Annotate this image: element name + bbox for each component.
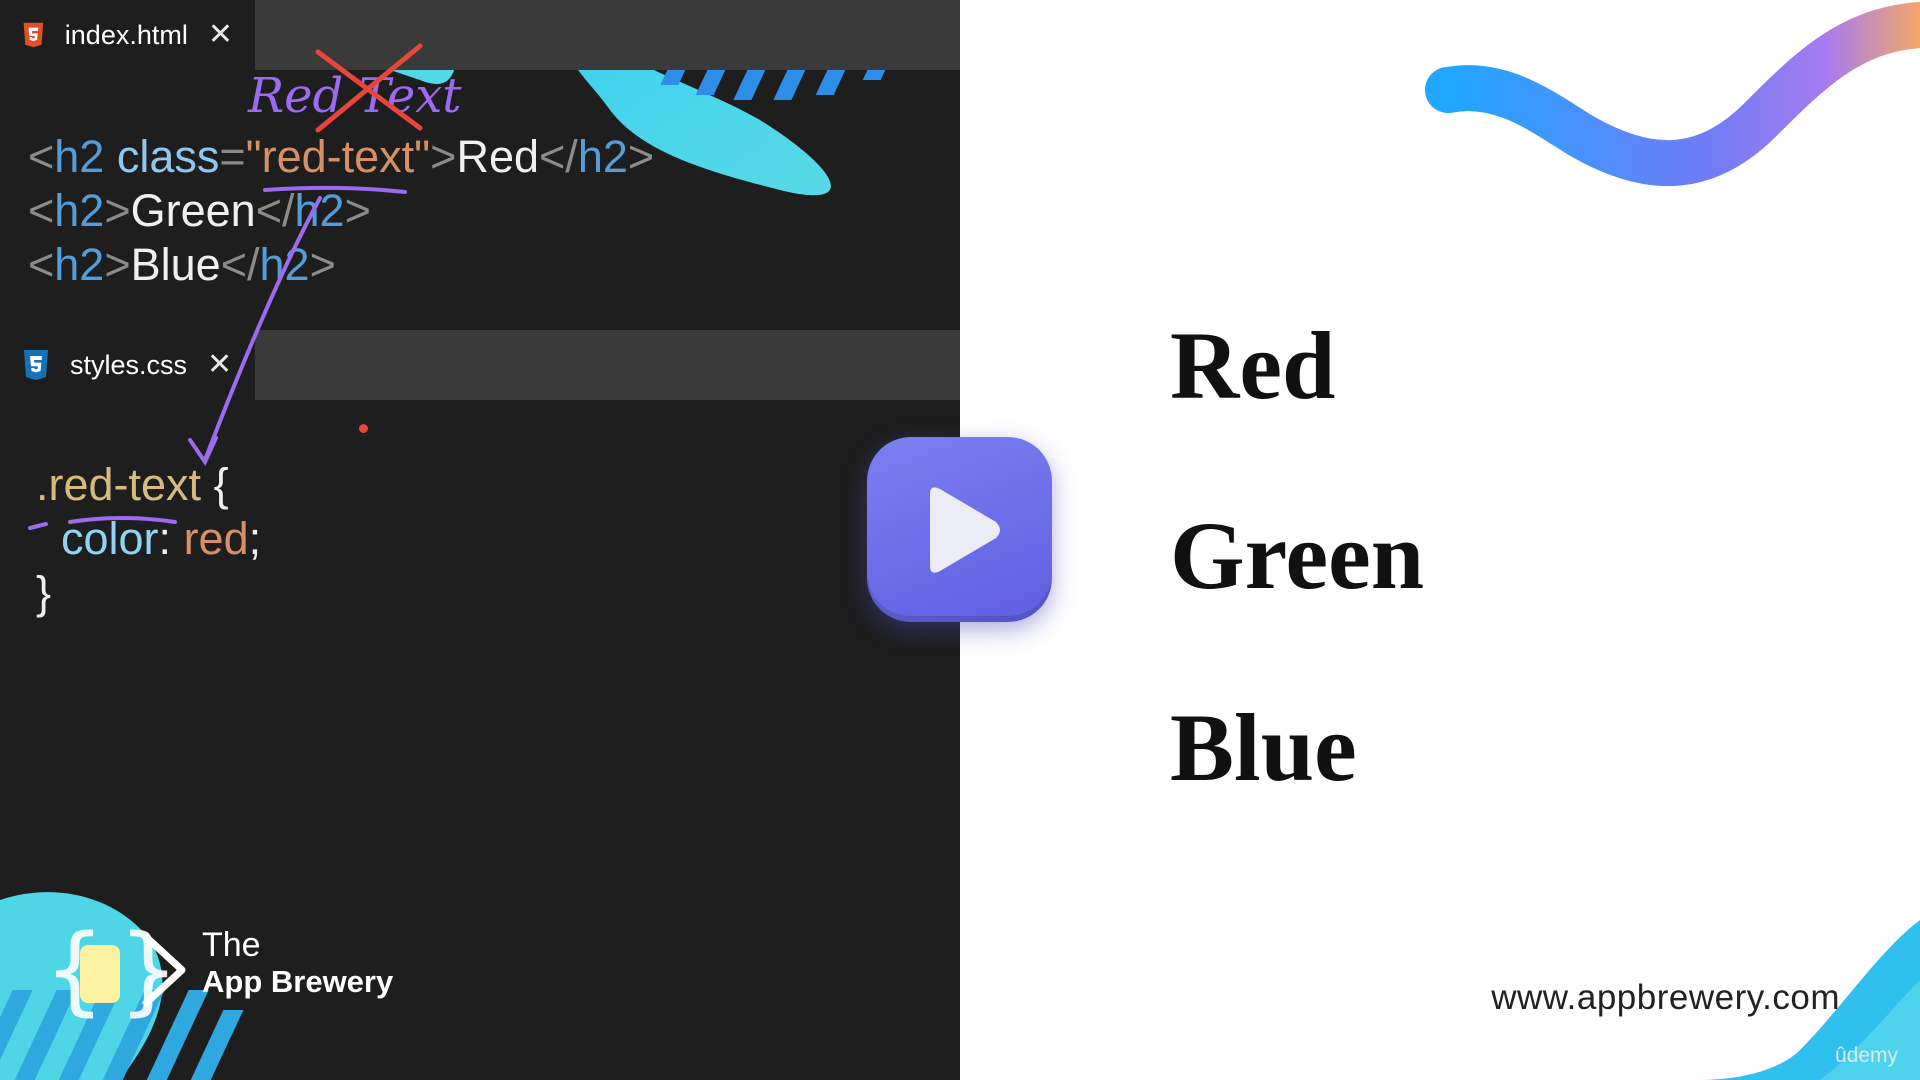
css3-icon: [24, 350, 48, 380]
code-line: .red-text {: [36, 458, 261, 512]
code-token: <: [28, 239, 55, 290]
code-token: h2: [54, 239, 105, 290]
code-line: <h2>Green</h2>: [28, 184, 654, 238]
code-line: <h2 class="red-text">Red</h2>: [28, 130, 654, 184]
code-token: :: [158, 513, 184, 564]
brand-name: The App Brewery: [202, 926, 393, 1000]
udemy-watermark: ûdemy: [1834, 1044, 1898, 1067]
code-token: </: [255, 185, 295, 236]
code-token: </: [220, 239, 260, 290]
tab-index-html[interactable]: index.html ✕: [0, 0, 255, 70]
code-token: <: [28, 131, 55, 182]
css-code-block: .red-text { color: red;}: [36, 458, 261, 620]
code-token: >: [104, 239, 131, 290]
code-token: Red: [456, 131, 540, 182]
code-token: h2: [294, 185, 345, 236]
code-token: h2: [54, 185, 105, 236]
code-token: >: [104, 185, 131, 236]
code-line: <h2>Blue</h2>: [28, 238, 654, 292]
play-button[interactable]: [867, 437, 1052, 622]
tab-label: styles.css: [70, 349, 188, 380]
code-token: h2: [54, 131, 105, 182]
browser-preview: Red Green Blue www.appbrewery.com ûdemy: [960, 0, 1920, 1080]
code-token: class: [104, 131, 220, 182]
code-token: </: [539, 131, 578, 182]
code-token: h2: [577, 131, 628, 182]
code-token: >: [344, 185, 371, 236]
brand-line1: The: [202, 926, 261, 964]
code-token: Blue: [130, 239, 221, 290]
code-token: .red-text: [36, 459, 202, 510]
tab-styles-css[interactable]: styles.css ✕: [0, 330, 255, 400]
site-url[interactable]: www.appbrewery.com: [1491, 978, 1840, 1018]
tab-label: index.html: [64, 19, 188, 50]
code-token: h2: [259, 239, 310, 290]
code-token: "red-text": [245, 131, 431, 182]
code-token: >: [430, 131, 457, 182]
code-token: Green: [130, 185, 256, 236]
code-token: >: [627, 131, 655, 182]
tab-bar-css: styles.css ✕: [0, 330, 960, 400]
code-token: color: [36, 513, 159, 564]
app-brewery-logo-icon: { }: [44, 915, 186, 1025]
decorative-wave: [1425, 2, 1920, 187]
code-token: red: [183, 513, 249, 564]
brand-line2: App Brewery: [202, 964, 394, 999]
html-code-block: <h2 class="red-text">Red</h2> <h2>Green</…: [28, 130, 654, 292]
close-icon[interactable]: ✕: [207, 350, 232, 380]
code-line: }: [36, 566, 261, 620]
cursor-dot: [359, 424, 368, 433]
close-icon[interactable]: ✕: [208, 20, 233, 50]
preview-heading-blue: Blue: [1170, 694, 1357, 801]
html5-icon: [23, 22, 44, 48]
preview-heading-red: Red: [1170, 312, 1336, 419]
preview-heading-green: Green: [1170, 502, 1425, 609]
code-token: ;: [248, 513, 262, 564]
tab-bar-html: index.html ✕: [0, 0, 960, 70]
code-token: {: [201, 459, 229, 510]
code-token: }: [36, 567, 52, 618]
play-icon: [930, 487, 1000, 573]
code-line: color: red;: [36, 512, 261, 566]
code-token: >: [309, 239, 336, 290]
svg-text:}: }: [118, 915, 179, 1025]
code-token: =: [219, 131, 246, 182]
code-token: <: [28, 185, 55, 236]
code-editor: index.html ✕ <h2 class="red-text">Red</h…: [0, 0, 960, 1080]
